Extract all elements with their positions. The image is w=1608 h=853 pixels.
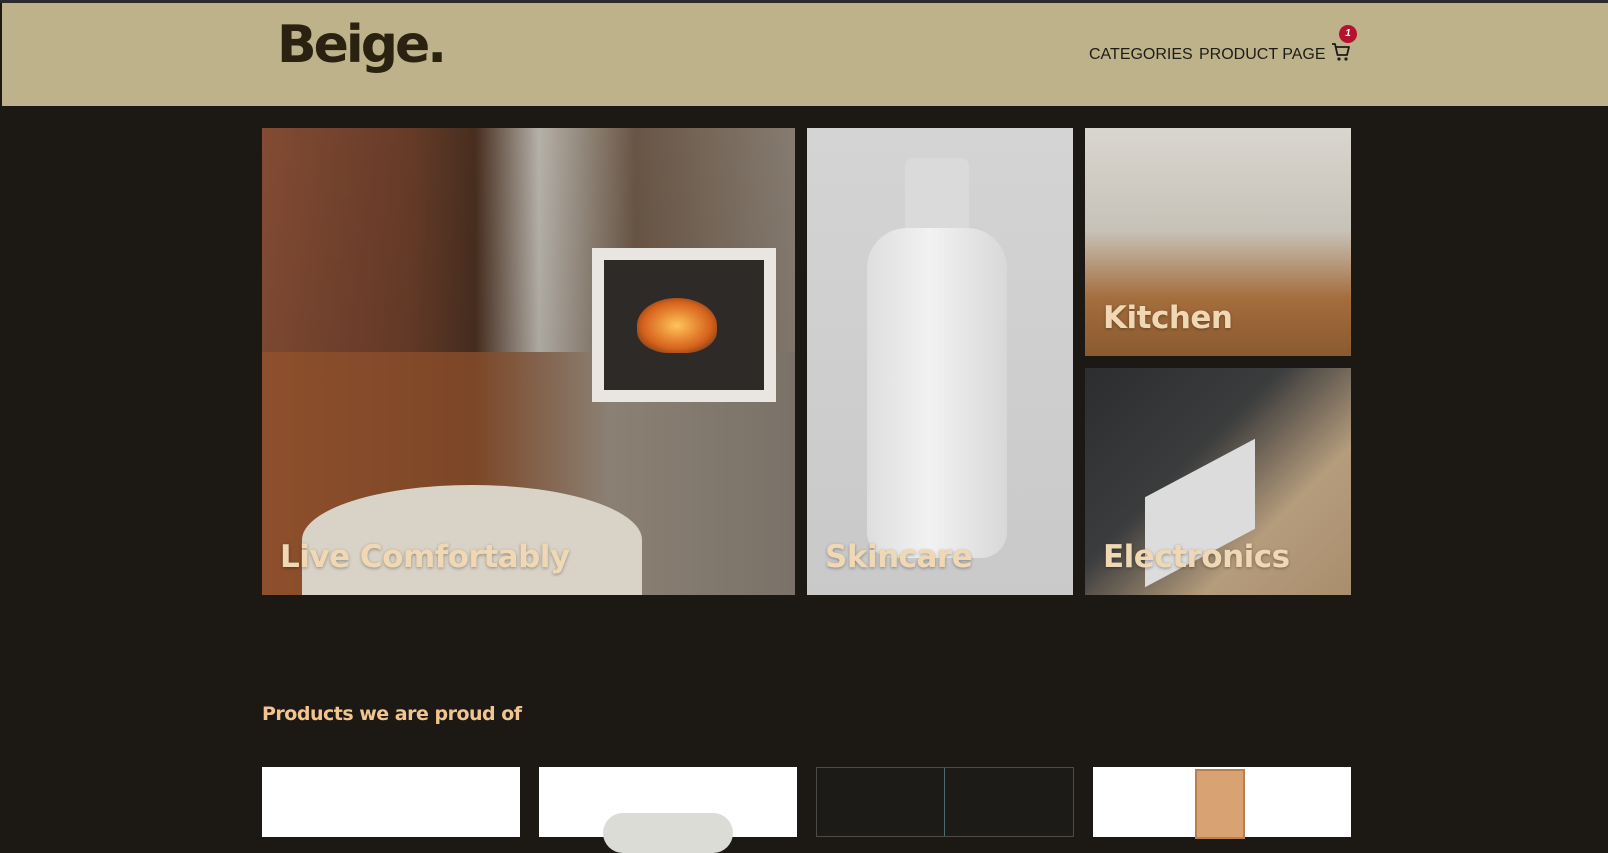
tile-title: Electronics: [1103, 539, 1290, 575]
nav-categories-link[interactable]: CATEGORIES: [1089, 46, 1193, 64]
logo[interactable]: Beige.: [277, 15, 447, 75]
cart-icon[interactable]: [1330, 41, 1352, 63]
tile-electronics[interactable]: Electronics: [1085, 368, 1351, 595]
fire-image: [637, 298, 717, 353]
tile-live-comfortably[interactable]: Live Comfortably: [262, 128, 795, 595]
section-title: Products we are proud of: [262, 703, 522, 725]
tile-title: Kitchen: [1103, 300, 1233, 336]
tile-title: Skincare: [825, 539, 973, 575]
site-header: Beige. CATEGORIES PRODUCT PAGE: [2, 3, 1608, 106]
product-card[interactable]: [539, 767, 797, 853]
product-image: [603, 813, 733, 853]
product-card[interactable]: [262, 767, 520, 837]
tile-title: Live Comfortably: [280, 539, 570, 575]
cart-count-badge: 1: [1339, 25, 1357, 43]
nav-product-page-link[interactable]: PRODUCT PAGE: [1199, 46, 1326, 64]
bottle-pump-image: [905, 158, 969, 238]
product-image: [1195, 769, 1245, 839]
tile-skincare[interactable]: Skincare: [807, 128, 1073, 595]
tile-kitchen[interactable]: Kitchen: [1085, 128, 1351, 356]
product-card[interactable]: [816, 767, 1074, 837]
product-card[interactable]: [1093, 767, 1351, 839]
product-image: [944, 768, 945, 836]
bottle-image: [867, 228, 1007, 558]
